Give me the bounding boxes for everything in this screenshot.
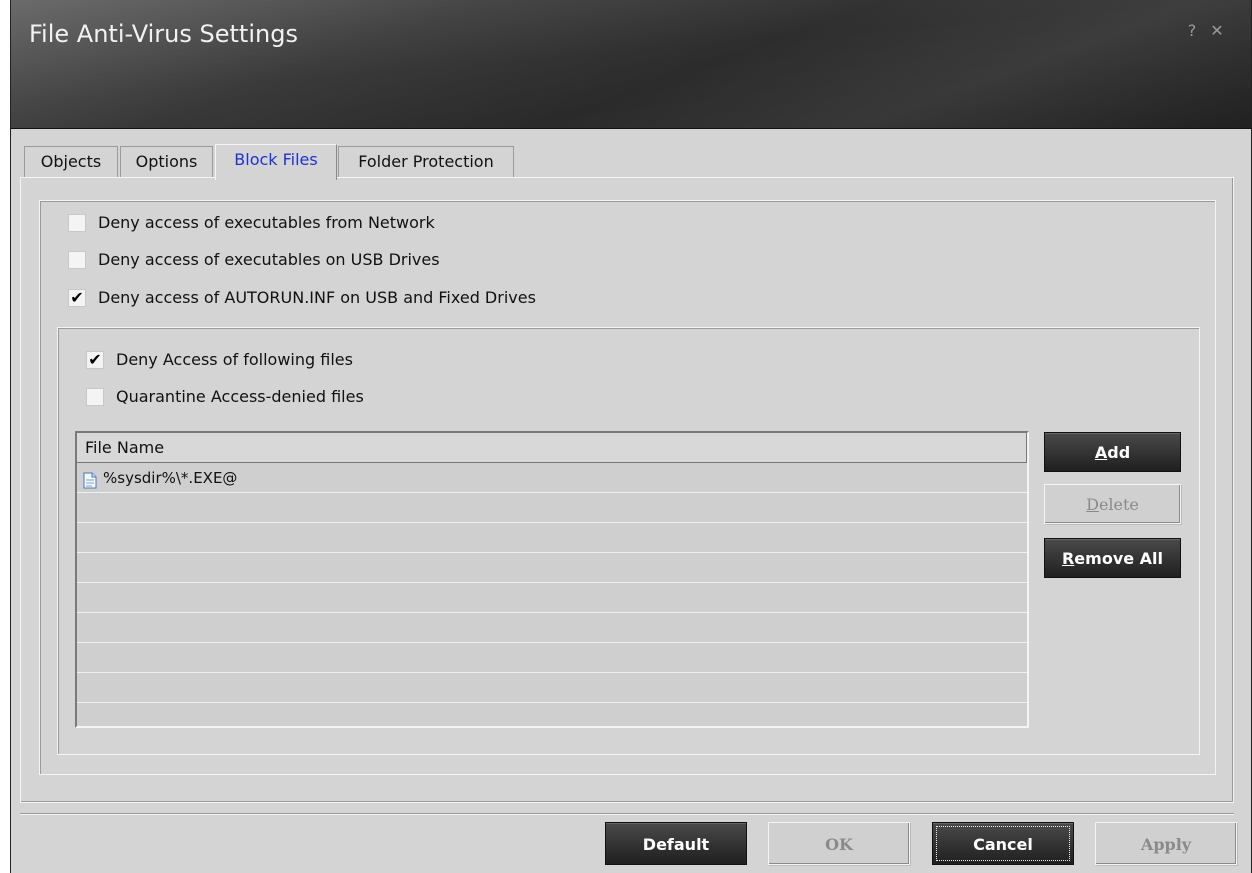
deny-autorun-option[interactable]: ✔ Deny access of AUTORUN.INF on USB and … bbox=[68, 288, 536, 307]
cancel-button[interactable]: Cancel bbox=[932, 822, 1074, 865]
footer-separator bbox=[20, 813, 1234, 815]
remove-all-mnemonic: R bbox=[1061, 549, 1075, 568]
delete-mnemonic: D bbox=[1086, 495, 1099, 514]
deny-network-label: Deny access of executables from Network bbox=[98, 213, 435, 232]
quarantine-checkbox[interactable] bbox=[86, 387, 104, 406]
file-icon bbox=[83, 469, 97, 489]
deny-following-checkbox[interactable]: ✔ bbox=[86, 350, 104, 369]
tab-folder-protection[interactable]: Folder Protection bbox=[338, 146, 514, 178]
quarantine-option[interactable]: Quarantine Access-denied files bbox=[86, 387, 364, 406]
default-button[interactable]: Default bbox=[605, 822, 747, 865]
tab-block-files[interactable]: Block Files bbox=[215, 144, 337, 180]
add-mnemonic: A bbox=[1094, 443, 1108, 462]
close-icon[interactable]: ✕ bbox=[1208, 20, 1226, 42]
list-item[interactable] bbox=[77, 643, 1027, 673]
ok-button[interactable]: OK bbox=[768, 822, 910, 865]
apply-button[interactable]: Apply bbox=[1095, 822, 1237, 865]
help-icon[interactable]: ? bbox=[1183, 20, 1201, 42]
remove-all-label: emove All bbox=[1074, 549, 1164, 568]
title-bar: File Anti-Virus Settings ? ✕ bbox=[11, 0, 1251, 129]
deny-network-option[interactable]: Deny access of executables from Network bbox=[68, 213, 435, 232]
file-list[interactable]: File Name %sysdir%\*.EXE@ bbox=[75, 431, 1029, 728]
list-item[interactable] bbox=[77, 613, 1027, 643]
list-item[interactable]: %sysdir%\*.EXE@ bbox=[77, 463, 1027, 493]
delete-label: elete bbox=[1098, 495, 1139, 514]
list-item[interactable] bbox=[77, 553, 1027, 583]
deny-network-checkbox[interactable] bbox=[68, 213, 86, 232]
dialog-title: File Anti-Virus Settings bbox=[29, 20, 298, 48]
deny-usb-option[interactable]: Deny access of executables on USB Drives bbox=[68, 250, 440, 269]
deny-autorun-label: Deny access of AUTORUN.INF on USB and Fi… bbox=[98, 288, 536, 307]
list-item[interactable] bbox=[77, 583, 1027, 613]
quarantine-label: Quarantine Access-denied files bbox=[116, 387, 364, 406]
remove-all-button[interactable]: Remove All bbox=[1044, 538, 1181, 578]
column-header-file-name[interactable]: File Name bbox=[77, 433, 1027, 463]
list-item[interactable] bbox=[77, 673, 1027, 703]
add-button[interactable]: Add bbox=[1044, 432, 1181, 472]
deny-usb-checkbox[interactable] bbox=[68, 250, 86, 269]
add-label: dd bbox=[1107, 443, 1131, 462]
list-item[interactable] bbox=[77, 523, 1027, 553]
deny-autorun-checkbox[interactable]: ✔ bbox=[68, 288, 86, 307]
list-item[interactable] bbox=[77, 493, 1027, 523]
deny-following-label: Deny Access of following files bbox=[116, 350, 353, 369]
deny-following-option[interactable]: ✔ Deny Access of following files bbox=[86, 350, 353, 369]
tab-options[interactable]: Options bbox=[120, 146, 213, 178]
delete-button[interactable]: Delete bbox=[1044, 484, 1181, 524]
file-name-cell: %sysdir%\*.EXE@ bbox=[103, 468, 238, 487]
tab-objects[interactable]: Objects bbox=[24, 146, 118, 178]
deny-usb-label: Deny access of executables on USB Drives bbox=[98, 250, 440, 269]
